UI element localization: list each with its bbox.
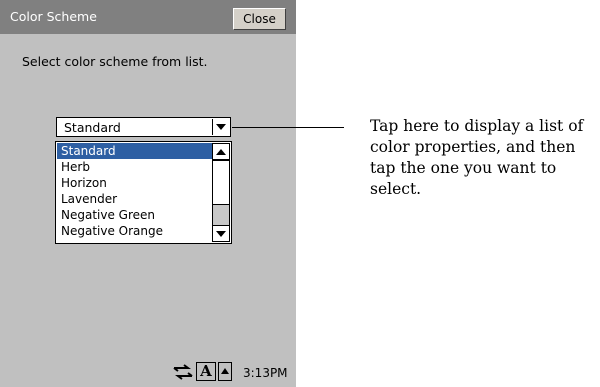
scroll-up-button[interactable] xyxy=(212,143,230,160)
connectivity-icon[interactable] xyxy=(172,364,194,380)
arrow-up-icon xyxy=(221,368,229,374)
chevron-down-icon xyxy=(216,124,226,130)
device-screen: Color Scheme Close Select color scheme f… xyxy=(0,0,296,387)
soft-keyboard-arrow-icon[interactable] xyxy=(218,362,232,381)
input-mode-label: A xyxy=(200,362,212,380)
list-item-negative-green[interactable]: Negative Green xyxy=(57,207,212,223)
list-item-horizon[interactable]: Horizon xyxy=(57,175,212,191)
callout-text: Tap here to display a list of color prop… xyxy=(370,117,584,198)
scroll-down-button[interactable] xyxy=(212,225,230,242)
color-scheme-list[interactable]: Standard Herb Horizon Lavender Negative … xyxy=(55,141,232,244)
list-scrollbar[interactable] xyxy=(212,143,230,242)
clock: 3:13PM xyxy=(243,366,288,380)
instruction-text: Select color scheme from list. xyxy=(22,54,208,69)
input-mode-icon[interactable]: A xyxy=(196,362,216,381)
dropdown-value: Standard xyxy=(64,120,121,135)
window-title: Color Scheme xyxy=(10,9,97,24)
list-item-herb[interactable]: Herb xyxy=(57,159,212,175)
color-scheme-dropdown[interactable]: Standard xyxy=(56,117,231,137)
list-item-lavender[interactable]: Lavender xyxy=(57,191,212,207)
callout-leader-line xyxy=(232,127,344,128)
close-button[interactable]: Close xyxy=(233,8,286,30)
scrollbar-thumb[interactable] xyxy=(212,160,230,205)
arrow-up-icon xyxy=(216,149,226,155)
dropdown-arrow-button[interactable] xyxy=(212,119,229,135)
list-item-negative-orange[interactable]: Negative Orange xyxy=(57,223,212,239)
title-bar: Color Scheme Close xyxy=(0,0,296,34)
arrow-down-icon xyxy=(216,231,226,237)
list-item-standard[interactable]: Standard xyxy=(57,143,212,159)
